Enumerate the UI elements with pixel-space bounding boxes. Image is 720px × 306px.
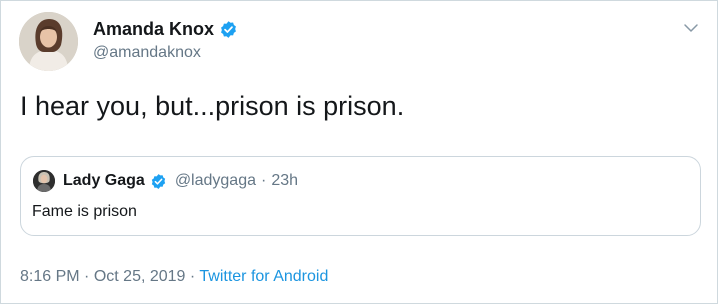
quoted-handle[interactable]: @ladygaga bbox=[175, 172, 256, 190]
author-display-name[interactable]: Amanda Knox bbox=[93, 18, 214, 40]
quoted-tweet[interactable]: Lady Gaga @ladygaga · 23h Fame is prison bbox=[20, 156, 701, 236]
author-avatar[interactable] bbox=[19, 12, 78, 71]
author-info: Amanda Knox @amandaknox bbox=[93, 18, 238, 63]
verified-badge-icon bbox=[221, 20, 236, 38]
chevron-down-icon[interactable] bbox=[682, 19, 700, 37]
tweet-card: Amanda Knox @amandaknox I hear you, but.… bbox=[0, 0, 718, 304]
verified-badge-icon bbox=[151, 173, 165, 189]
quoted-avatar[interactable] bbox=[33, 170, 55, 192]
meta-separator: · bbox=[189, 268, 196, 285]
meta-separator: · bbox=[84, 268, 90, 285]
tweet-time[interactable]: 8:16 PM bbox=[20, 268, 80, 285]
quoted-timestamp[interactable]: 23h bbox=[271, 172, 298, 190]
quoted-display-name[interactable]: Lady Gaga bbox=[63, 172, 145, 190]
author-name-row: Amanda Knox bbox=[93, 18, 238, 40]
quoted-tweet-text: Fame is prison bbox=[32, 203, 137, 220]
tweet-text: I hear you, but...prison is prison. bbox=[20, 91, 405, 121]
tweet-date[interactable]: Oct 25, 2019 bbox=[94, 268, 186, 285]
tweet-source-link[interactable]: Twitter for Android bbox=[199, 268, 328, 285]
quoted-photo-icon bbox=[33, 170, 55, 192]
quoted-separator: · bbox=[261, 172, 267, 189]
quoted-header: Lady Gaga @ladygaga · 23h bbox=[63, 170, 298, 192]
author-handle[interactable]: @amandaknox bbox=[93, 43, 238, 63]
author-photo-icon bbox=[19, 12, 78, 71]
tweet-meta: 8:16 PM · Oct 25, 2019 · Twitter for And… bbox=[20, 267, 328, 287]
